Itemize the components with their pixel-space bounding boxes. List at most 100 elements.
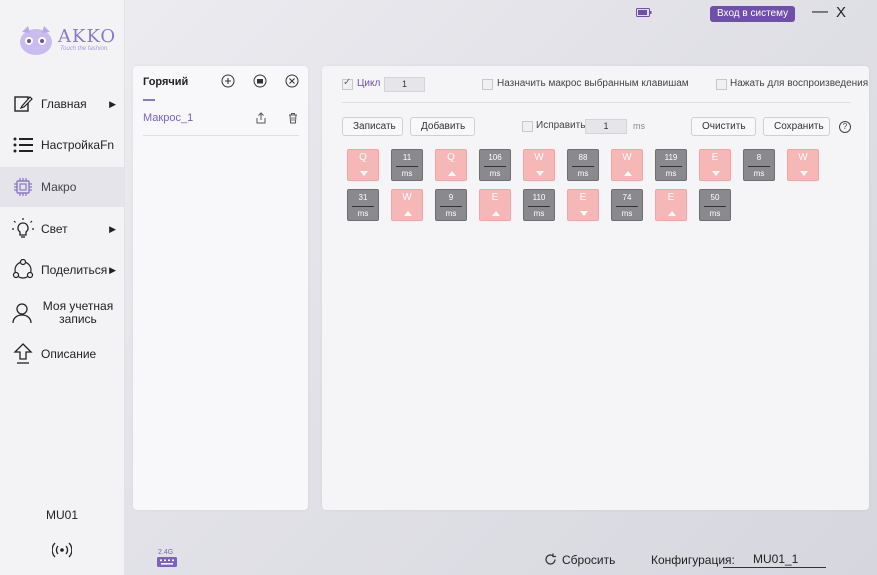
key-down-arrow-icon (360, 171, 368, 176)
delay-value: 119 (664, 153, 678, 162)
delay-unit: ms (533, 209, 545, 218)
delay-divider (748, 166, 770, 167)
key-label: Q (447, 152, 455, 163)
akko-logo: AKKO Touch the fashion. (16, 22, 116, 62)
reset-button[interactable]: Сбросить (562, 553, 615, 567)
key-label: W (534, 152, 544, 163)
macro-key-step[interactable]: E (699, 149, 731, 181)
sidebar-item-home[interactable]: Главная ▶ (0, 84, 124, 124)
sidebar-item-label: Описание (41, 346, 97, 361)
cycle-count-input[interactable]: 1 (384, 77, 425, 92)
key-up-arrow-icon (624, 171, 632, 176)
key-label: Q (359, 152, 367, 163)
key-down-arrow-icon (536, 171, 544, 176)
record-button[interactable]: Записать (342, 117, 403, 136)
chevron-right-icon: ▶ (109, 98, 116, 109)
key-label: W (622, 152, 632, 163)
sidebar-item-light[interactable]: Свет ▶ (0, 209, 124, 249)
sidebar-item-share[interactable]: Поделиться ▶ (0, 250, 124, 290)
sidebar-item-description[interactable]: Описание (0, 334, 124, 374)
press-play-label: Нажать для воспроизведения (730, 78, 869, 89)
macro-key-step[interactable]: E (567, 189, 599, 221)
close-circle-icon[interactable] (285, 74, 299, 88)
sidebar-item-label: Свет (41, 221, 68, 236)
press-play-checkbox[interactable] (716, 79, 727, 90)
share-icon (12, 259, 34, 281)
macro-key-step[interactable]: W (391, 189, 423, 221)
clear-button[interactable]: Очистить (691, 117, 756, 136)
macro-delay-step[interactable]: 31 ms (347, 189, 379, 221)
macro-key-step[interactable]: W (787, 149, 819, 181)
device-name: MU01 (45, 508, 78, 522)
macro-delay-step[interactable]: 9 ms (435, 189, 467, 221)
config-underline (723, 567, 826, 568)
key-down-arrow-icon (712, 171, 720, 176)
macro-editor-panel: Цикл 1 Назначить макрос выбранным клавиш… (322, 66, 869, 510)
sidebar-item-account[interactable]: Моя учетная запись (0, 294, 124, 332)
login-button[interactable]: Вход в систему (710, 6, 796, 22)
config-label: Конфигурация: (651, 553, 735, 567)
trash-icon[interactable] (287, 112, 299, 124)
export-icon[interactable] (255, 112, 267, 124)
delay-unit: ms (401, 169, 413, 178)
delay-value: 11 (402, 153, 412, 162)
macro-delay-step[interactable]: 106 ms (479, 149, 511, 181)
macro-list-panel: Горячий Макрос_1 (133, 66, 308, 510)
folder-icon[interactable] (253, 74, 267, 88)
macro-delay-step[interactable]: 74 ms (611, 189, 643, 221)
sidebar-item-macro[interactable]: Макро (0, 167, 124, 207)
akko-mascot-icon (20, 26, 52, 55)
delay-value: 31 (358, 193, 368, 202)
edit-icon (12, 93, 34, 115)
delay-divider (352, 206, 374, 207)
sidebar-item-fn-settings[interactable]: НастройкаFn (0, 125, 124, 165)
macro-delay-step[interactable]: 119 ms (655, 149, 687, 181)
macro-key-step[interactable]: E (655, 189, 687, 221)
chip-icon (12, 176, 34, 198)
close-button[interactable]: X (836, 4, 846, 21)
key-label: E (579, 192, 587, 203)
delay-divider (660, 166, 682, 167)
help-icon[interactable]: ? (839, 121, 851, 133)
delay-unit: ms (489, 169, 501, 178)
macro-delay-step[interactable]: 50 ms (699, 189, 731, 221)
chevron-right-icon: ▶ (109, 223, 116, 234)
delay-unit: ms (665, 169, 677, 178)
add-button[interactable]: Добавить (410, 117, 475, 136)
macro-delay-step[interactable]: 11 ms (391, 149, 423, 181)
delay-unit: ms (357, 209, 369, 218)
delay-divider (484, 166, 506, 167)
macro-delay-step[interactable]: 88 ms (567, 149, 599, 181)
minimize-button[interactable]: — (812, 3, 828, 21)
delay-value: 106 (488, 153, 502, 162)
config-value[interactable]: MU01_1 (753, 552, 798, 566)
fix-delay-checkbox[interactable] (522, 121, 533, 132)
list-icon (12, 134, 34, 156)
macro-key-step[interactable]: E (479, 189, 511, 221)
delay-unit: ms (709, 209, 721, 218)
macro-key-step[interactable]: Q (347, 149, 379, 181)
macro-key-step[interactable]: W (523, 149, 555, 181)
divider (342, 102, 851, 103)
key-label: E (667, 192, 675, 203)
cycle-checkbox[interactable] (342, 77, 353, 90)
macro-key-step[interactable]: W (611, 149, 643, 181)
macro-key-step[interactable]: Q (435, 149, 467, 181)
delay-divider (704, 206, 726, 207)
assign-keys-checkbox[interactable] (482, 79, 493, 90)
sidebar-item-label: Главная (41, 96, 87, 111)
delay-value: 88 (578, 153, 588, 162)
key-down-arrow-icon (580, 211, 588, 216)
assign-keys-label: Назначить макрос выбранным клавишам (497, 78, 689, 89)
add-macro-icon[interactable] (221, 74, 235, 88)
delay-value: 110 (532, 193, 546, 202)
battery-icon (636, 8, 652, 17)
macro-delay-step[interactable]: 8 ms (743, 149, 775, 181)
fix-delay-input[interactable]: 1 (585, 119, 627, 134)
delay-value: 50 (710, 193, 720, 202)
delay-unit: ms (445, 209, 457, 218)
save-button[interactable]: Сохранить (763, 117, 830, 136)
macro-delay-step[interactable]: 110 ms (523, 189, 555, 221)
cycle-label: Цикл (357, 78, 381, 89)
macro-list-item[interactable]: Макрос_1 (143, 112, 193, 124)
